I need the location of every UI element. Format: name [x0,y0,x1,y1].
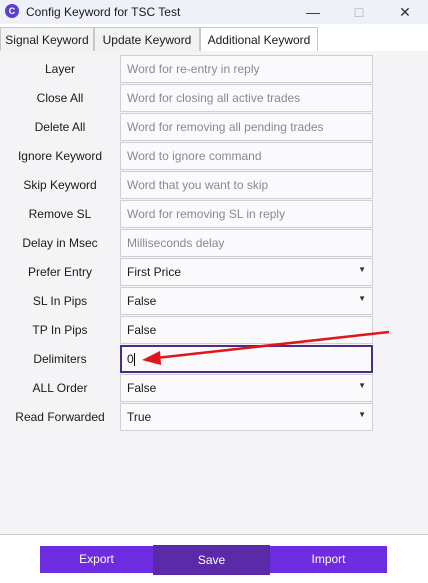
delay-input[interactable]: Milliseconds delay [120,229,373,257]
close-button[interactable]: ✕ [382,0,428,24]
prefer-entry-label: Prefer Entry [27,265,93,279]
close-all-label: Close All [36,91,84,105]
tab-additional-keyword[interactable]: Additional Keyword [200,27,318,52]
tp-in-pips-value: False [127,323,157,337]
layer-label: Layer [44,62,76,76]
title-bar: C Config Keyword for TSC Test — □ ✕ [0,0,428,24]
ignore-keyword-input[interactable]: Word to ignore command [120,142,373,170]
skip-keyword-label: Skip Keyword [23,178,97,192]
import-button[interactable]: Import [270,546,387,573]
minimize-button[interactable]: — [290,0,336,24]
skip-keyword-input[interactable]: Word that you want to skip [120,171,373,199]
text-cursor [133,353,135,367]
all-order-select[interactable]: False ▼ [120,374,373,402]
tab-signal-keyword[interactable]: Signal Keyword [0,27,94,51]
all-order-value: False [127,381,157,395]
app-logo-icon: C [5,4,19,18]
delay-label: Delay in Msec [22,236,98,250]
all-order-label: ALL Order [32,381,88,395]
ignore-keyword-label: Ignore Keyword [17,149,103,163]
chevron-down-icon: ▼ [358,265,366,274]
delimiters-value: 0 [127,352,134,366]
read-forwarded-label: Read Forwarded [15,410,105,424]
window-title: Config Keyword for TSC Test [26,5,181,19]
prefer-entry-select[interactable]: First Price ▼ [120,258,373,286]
chevron-down-icon: ▼ [358,410,366,419]
sl-in-pips-select[interactable]: False ▼ [120,287,373,315]
read-forwarded-value: True [127,410,152,424]
tp-in-pips-input[interactable]: False [120,316,373,344]
additional-keyword-panel: Layer Word for re-entry in reply Close A… [0,51,428,535]
sl-in-pips-label: SL In Pips [32,294,88,308]
export-button[interactable]: Export [40,546,153,573]
read-forwarded-select[interactable]: True ▼ [120,403,373,431]
sl-in-pips-value: False [127,294,157,308]
remove-sl-input[interactable]: Word for removing SL in reply [120,200,373,228]
footer-bar: Export Save Import [0,535,428,583]
chevron-down-icon: ▼ [358,294,366,303]
delimiters-input[interactable]: 0 [120,345,373,373]
tp-in-pips-label: TP In Pips [32,323,88,337]
layer-input[interactable]: Word for re-entry in reply [120,55,373,83]
save-button[interactable]: Save [153,545,270,575]
delimiters-label: Delimiters [33,352,87,366]
maximize-button[interactable]: □ [336,0,382,24]
tab-bar: Signal Keyword Update Keyword Additional… [0,27,428,52]
delete-all-label: Delete All [34,120,86,134]
remove-sl-label: Remove SL [28,207,92,221]
delete-all-input[interactable]: Word for removing all pending trades [120,113,373,141]
tab-update-keyword[interactable]: Update Keyword [94,27,200,51]
prefer-entry-value: First Price [127,265,181,279]
close-all-input[interactable]: Word for closing all active trades [120,84,373,112]
chevron-down-icon: ▼ [358,381,366,390]
